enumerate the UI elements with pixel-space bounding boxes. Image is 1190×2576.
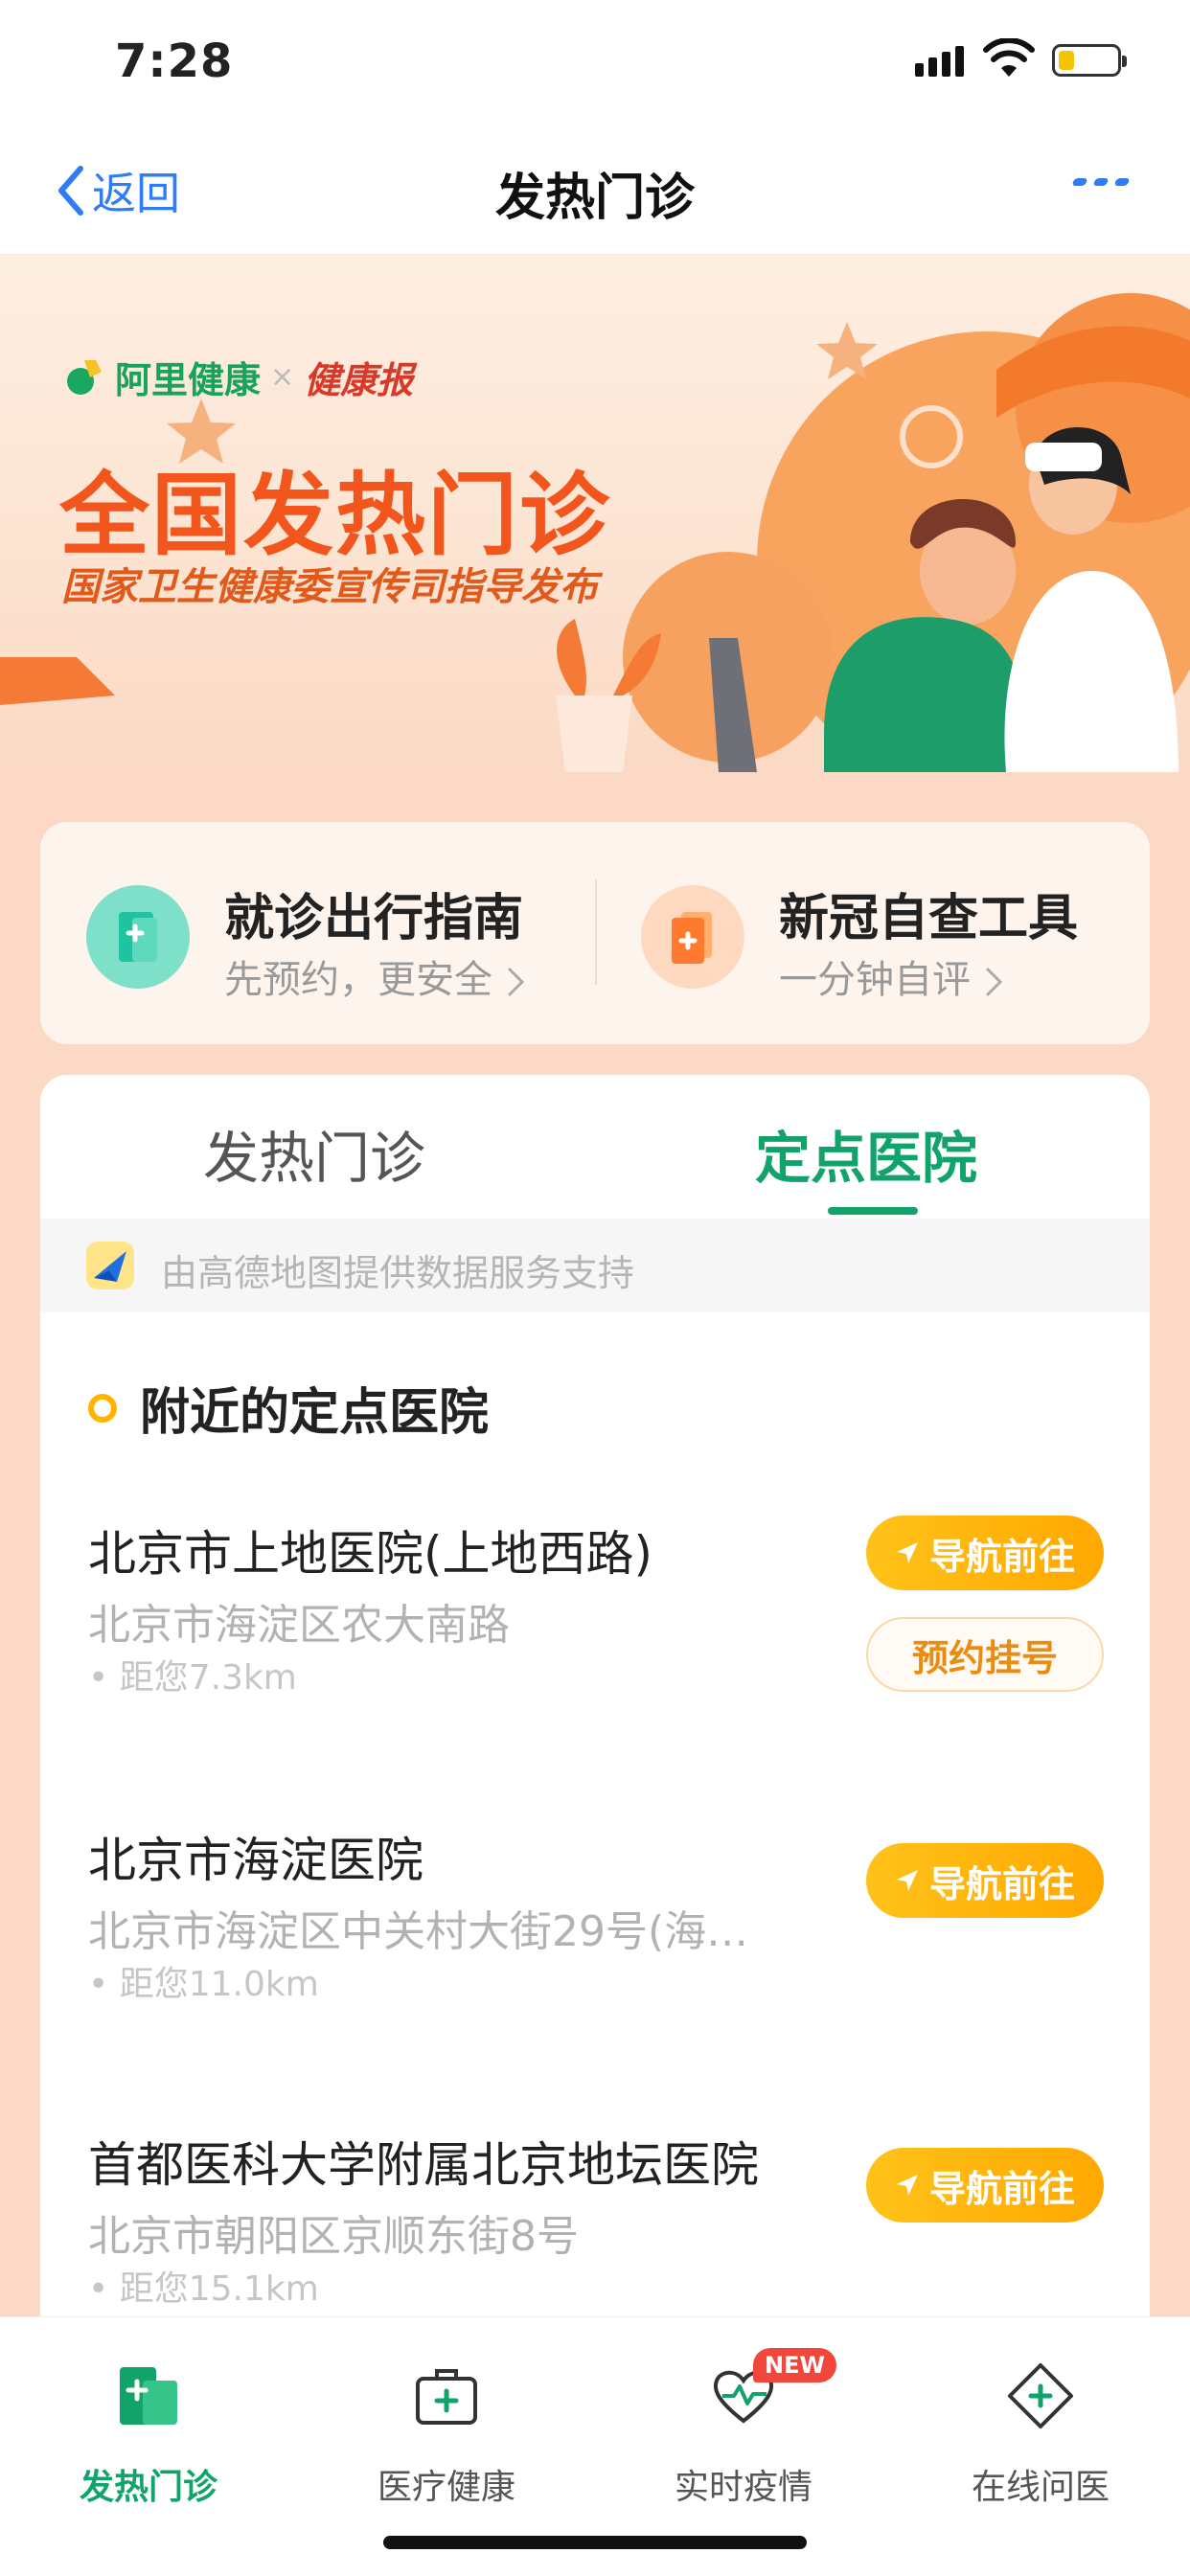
home-indicator [383,2536,807,2549]
content-panel: 发热门诊 定点医院 由高德地图提供数据服务支持 附近的定点医院 北京市上地医院(… [40,1075,1150,2320]
list-item[interactable]: 北京市上地医院(上地西路) 北京市海淀区农大南路 • 距您7.3km 导航前往 … [88,1516,1104,1707]
chevron-right-icon [507,967,524,997]
hospital-distance: • 距您15.1km [88,2269,319,2309]
hospital-icon [120,2367,177,2425]
travel-guide-title: 就诊出行指南 [224,890,524,947]
navigate-button[interactable]: 导航前往 [866,1516,1104,1590]
page-title: 发热门诊 [494,170,695,227]
promo-banner: 阿里健康 × 健康报 全国发热门诊 国家卫生健康委宣传司指导发布 [0,255,1190,772]
register-appointment-button[interactable]: 预约挂号 [866,1617,1104,1692]
hospital-name: 北京市海淀医院 [88,1833,423,1888]
banner-subheadline: 国家卫生健康委宣传司指导发布 [61,565,598,609]
guide-book-icon [86,885,190,989]
hospital-address: 北京市海淀区农大南路 [88,1601,510,1650]
medical-kit-icon [416,2369,477,2425]
self-check-title: 新冠自查工具 [779,890,1079,947]
covid-self-check-entry[interactable]: 新冠自查工具 一分钟自评 [595,822,1150,1044]
brand-logos: 阿里健康 × 健康报 [67,351,413,403]
tab-bar-top: 发热门诊 定点医院 [40,1075,1150,1219]
navigation-arrow-icon [896,2175,918,2196]
nav-bar: 返回 发热门诊 [0,125,1190,255]
chevron-right-icon [985,967,1002,997]
travel-guide-entry[interactable]: 就诊出行指南 先预约，更安全 [40,822,595,1044]
active-tab-indicator [828,1207,918,1215]
cellular-signal-icon [915,46,969,77]
navigation-arrow-icon [896,1542,918,1563]
banner-headline: 全国发热门诊 [59,464,612,568]
hospital-name: 首都医科大学附属北京地坛医院 [88,2137,759,2193]
self-check-icon [641,885,744,989]
quick-actions-card: 就诊出行指南 先预约，更安全 新冠自查工具 一分钟自评 [40,822,1150,1044]
brand-separator: × [270,360,295,394]
hospital-name: 北京市上地医院(上地西路) [88,1526,653,1582]
status-time: 7:28 [115,34,234,88]
hospital-address: 北京市朝阳区京顺东街8号 [88,2212,579,2261]
tab-designated-hospital[interactable]: 定点医院 [755,1113,977,1194]
brand-ali-health: 阿里健康 [115,359,262,401]
new-badge: NEW [753,2348,836,2382]
navigate-button[interactable]: 导航前往 [866,2148,1104,2223]
self-check-subtitle: 一分钟自评 [779,948,1004,1004]
list-item[interactable]: 首都医科大学附属北京地坛医院 北京市朝阳区京顺东街8号 • 距您15.1km 导… [88,2127,1104,2318]
ali-health-logo-icon [67,359,102,395]
battery-icon [1052,44,1127,77]
navigation-arrow-icon [896,1870,918,1891]
section-dot-icon [88,1393,117,1423]
status-bar: 7:28 [0,0,1190,125]
data-provider-notice: 由高德地图提供数据服务支持 [40,1219,1150,1312]
tab-fever-clinic[interactable]: 发热门诊 [203,1113,425,1194]
brand-jiankangbao-logo: 健康报 [304,358,414,401]
hospital-distance: • 距您11.0km [88,1965,319,2004]
hospital-address: 北京市海淀区中关村大街29号(海… [88,1907,749,1956]
diamond-plus-icon [1008,2363,1073,2428]
provider-text: 由高德地图提供数据服务支持 [161,1252,635,1294]
section-title: 附近的定点医院 [88,1372,489,1444]
more-dots-icon [1071,178,1088,186]
travel-guide-subtitle: 先预约，更安全 [224,948,526,1004]
hospital-distance: • 距您7.3km [88,1658,297,1698]
wifi-icon [982,37,1036,82]
list-item[interactable]: 北京市海淀医院 北京市海淀区中关村大街29号(海… • 距您11.0km 导航前… [88,1822,1104,2014]
amap-logo-icon [86,1242,134,1289]
navigate-button[interactable]: 导航前往 [866,1843,1104,1918]
more-menu-button[interactable] [1071,178,1131,186]
